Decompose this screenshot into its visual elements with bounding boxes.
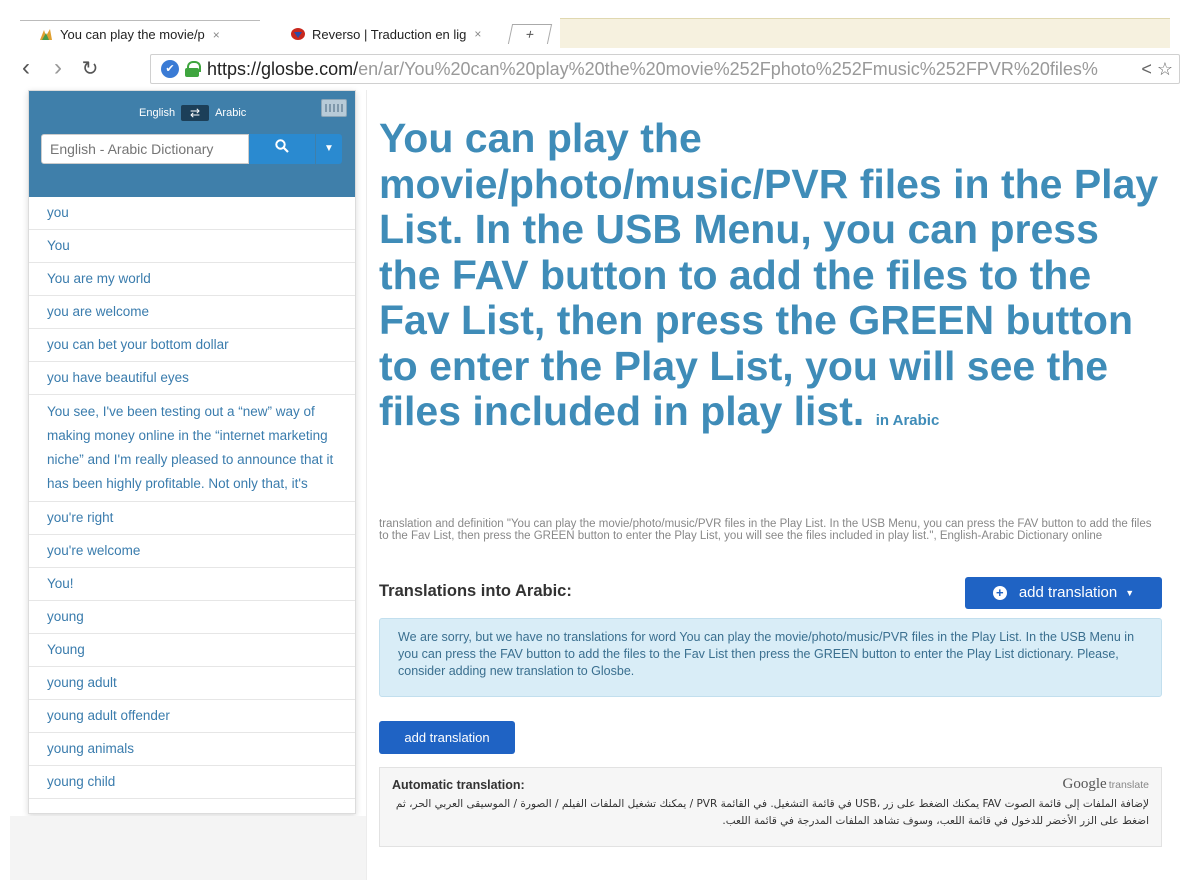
- close-tab-icon[interactable]: ×: [474, 27, 481, 41]
- google-brand: Google: [1062, 776, 1107, 792]
- main-content: You can play the movie/photo/music/PVR f…: [366, 90, 1170, 880]
- target-language[interactable]: Arabic: [215, 107, 246, 119]
- list-item[interactable]: young child: [29, 766, 355, 799]
- share-star-icons[interactable]: < ☆: [1141, 59, 1173, 80]
- tab-glosbe[interactable]: You can play the movie/p ×: [20, 20, 260, 48]
- automatic-translation-box: Automatic translation: Google translate ل…: [379, 767, 1162, 847]
- page-title: You can play the movie/photo/music/PVR f…: [379, 115, 1165, 435]
- sidebar-header: English ⇄ Arabic ▼: [29, 91, 355, 197]
- list-item[interactable]: you have beautiful eyes: [29, 362, 355, 395]
- swap-languages-icon[interactable]: ⇄: [181, 105, 210, 121]
- dictionary-sidebar: English ⇄ Arabic ▼ you You You are my wo…: [28, 90, 356, 814]
- definition-description: translation and definition "You can play…: [379, 518, 1152, 542]
- tab-title: You can play the movie/p: [60, 27, 205, 42]
- list-item[interactable]: You: [29, 230, 355, 263]
- no-translation-alert: We are sorry, but we have no translation…: [379, 618, 1162, 697]
- shield-icon: ✔: [161, 60, 179, 78]
- plus-circle-icon: +: [992, 586, 1007, 600]
- browser-toolbar: ‹ › ↻ ✔ https://glosbe.com/ en/ar/You%20…: [10, 48, 1180, 88]
- caret-down-icon: ▼: [1125, 588, 1135, 598]
- list-item[interactable]: Young: [29, 634, 355, 667]
- new-tab-button[interactable]: +: [507, 24, 553, 44]
- list-item[interactable]: young adult: [29, 667, 355, 700]
- close-tab-icon[interactable]: ×: [213, 28, 220, 42]
- list-item[interactable]: young animals: [29, 733, 355, 766]
- list-item[interactable]: You are my world: [29, 263, 355, 296]
- search-input[interactable]: [41, 134, 249, 164]
- list-item[interactable]: you're right: [29, 502, 355, 535]
- title-suffix: in Arabic: [875, 412, 940, 429]
- automatic-translation-label: Automatic translation:: [392, 778, 525, 792]
- add-translation-button[interactable]: add translation: [379, 721, 515, 754]
- list-item[interactable]: young: [29, 601, 355, 634]
- sidebar-footer-area: [10, 816, 366, 880]
- add-translation-dropdown-button[interactable]: + add translation ▼: [965, 577, 1162, 609]
- list-item[interactable]: you are welcome: [29, 296, 355, 329]
- list-item[interactable]: You!: [29, 568, 355, 601]
- tab-title: Reverso | Traduction en lig: [312, 26, 467, 42]
- list-item[interactable]: you're welcome: [29, 535, 355, 568]
- phrase-list: you You You are my world you are welcome…: [29, 197, 355, 799]
- tab-bar-background: [560, 18, 1170, 48]
- translations-heading: Translations into Arabic:: [379, 582, 572, 600]
- language-switcher: English ⇄ Arabic: [139, 105, 246, 121]
- google-translate-word: translate: [1108, 779, 1149, 791]
- forward-arrow-icon[interactable]: ›: [42, 54, 74, 82]
- url-host: https://glosbe.com/: [207, 58, 359, 79]
- add-translation-label: add translation: [1018, 584, 1118, 601]
- search-icon: [275, 139, 289, 153]
- automatic-translation-text: لإضافة الملفات إلى قائمة الصوت FAV يمكنك…: [395, 798, 1149, 827]
- share-icon[interactable]: <: [1141, 59, 1152, 79]
- tab-reverso[interactable]: Reverso | Traduction en lig ×: [272, 20, 498, 48]
- glosbe-favicon-icon: [38, 28, 54, 42]
- source-language[interactable]: English: [139, 107, 175, 119]
- google-translate-logo: Google translate: [1063, 776, 1149, 793]
- list-item[interactable]: young adult offender: [29, 700, 355, 733]
- list-item[interactable]: you: [29, 197, 355, 230]
- reverso-favicon-icon: [290, 27, 306, 41]
- keyboard-icon[interactable]: [321, 99, 347, 117]
- url-path: en/ar/You%20can%20play%20the%20movie%252…: [358, 58, 1099, 79]
- alert-text: We are sorry, but we have no translation…: [398, 630, 1135, 678]
- phrase-title: You can play the movie/photo/music/PVR f…: [379, 115, 1159, 434]
- reload-icon[interactable]: ↻: [74, 56, 106, 81]
- lock-icon: [185, 61, 201, 77]
- address-bar[interactable]: ✔ https://glosbe.com/ en/ar/You%20can%20…: [150, 54, 1180, 84]
- back-arrow-icon[interactable]: ‹: [10, 54, 42, 82]
- list-item[interactable]: You see, I've been testing out a “new” w…: [29, 395, 355, 502]
- star-icon[interactable]: ☆: [1157, 59, 1173, 79]
- search-button[interactable]: [249, 134, 315, 164]
- search-dropdown-button[interactable]: ▼: [316, 134, 342, 164]
- list-item[interactable]: you can bet your bottom dollar: [29, 329, 355, 362]
